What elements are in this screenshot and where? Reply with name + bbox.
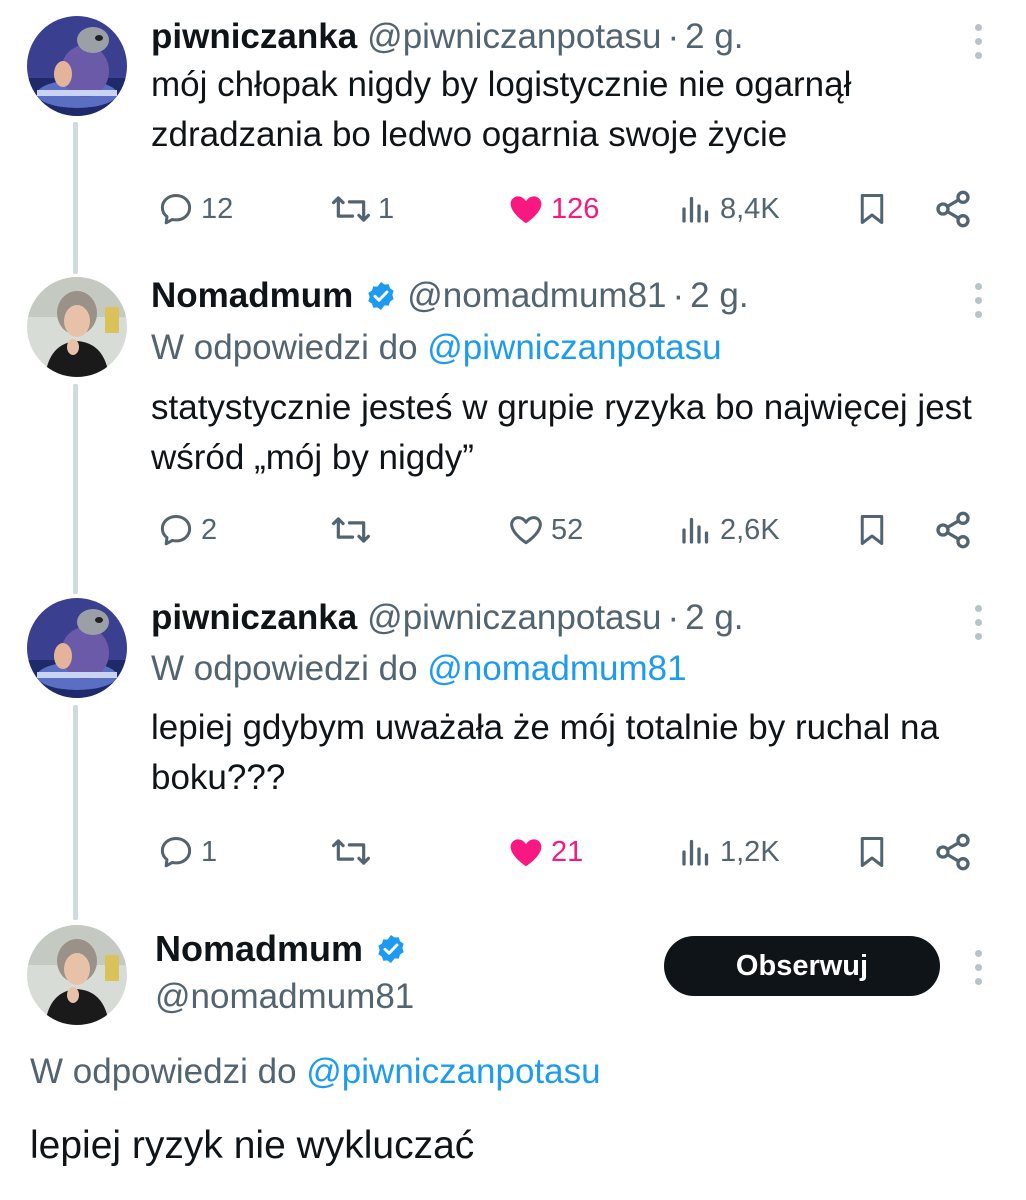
retweet-icon (332, 517, 370, 543)
reply-count: 1 (201, 835, 218, 868)
more-icon[interactable] (968, 948, 988, 988)
retweet-button[interactable] (330, 832, 378, 872)
tweet-header: piwniczanka @piwniczanpotasu · 2 g. (151, 597, 744, 639)
views-button[interactable]: 1,2K (678, 832, 780, 872)
heart-icon (510, 839, 542, 867)
author-name[interactable]: piwniczanka (151, 16, 357, 58)
views-icon (682, 196, 709, 223)
share-button[interactable] (933, 510, 973, 550)
thread-line (73, 705, 78, 920)
author-handle[interactable]: @piwniczanpotasu (367, 597, 661, 639)
tweet-header: Nomadmum @nomadmum81 · 2 g. (151, 275, 749, 317)
reply-icon (160, 515, 192, 546)
like-button[interactable]: 52 (507, 510, 583, 550)
reply-prefix: W odpowiedzi do (30, 1052, 297, 1091)
reply-mention-link[interactable]: @piwniczanpotasu (427, 328, 721, 367)
views-button[interactable]: 2,6K (678, 510, 780, 550)
separator-dot: · (672, 276, 685, 315)
reply-icon (160, 837, 192, 868)
heart-icon (510, 196, 542, 224)
bookmark-icon (860, 837, 884, 867)
tweet-actions: 2 52 2,6K (0, 510, 1026, 550)
reply-icon (160, 194, 192, 225)
bookmark-icon (860, 515, 884, 545)
like-count: 52 (551, 513, 584, 546)
bookmark-button[interactable] (854, 510, 890, 550)
retweet-icon (332, 839, 370, 865)
views-count: 8,4K (720, 192, 780, 225)
avatar-nomadmum[interactable] (27, 925, 127, 1025)
like-button[interactable]: 21 (507, 832, 583, 872)
reply-mention-link[interactable]: @nomadmum81 (427, 649, 686, 688)
main-reply-context: W odpowiedzi do @piwniczanpotasu (30, 1050, 601, 1094)
retweet-button[interactable] (330, 510, 378, 550)
views-icon (682, 839, 709, 866)
share-icon (936, 833, 970, 871)
reply-context: W odpowiedzi do @nomadmum81 (151, 648, 687, 690)
thread-line (73, 384, 78, 594)
tweet-header: piwniczanka @piwniczanpotasu · 2 g. (151, 16, 744, 58)
tweet-text: mój chłopak nigdy by logistycznie nie og… (151, 65, 852, 154)
views-count: 1,2K (720, 835, 780, 868)
reply-count: 2 (201, 513, 218, 546)
views-count: 2,6K (720, 513, 780, 546)
like-count: 126 (551, 192, 600, 225)
more-icon[interactable] (968, 281, 988, 321)
share-button[interactable] (933, 189, 973, 229)
main-author-name-text: Nomadmum (155, 928, 364, 969)
retweet-icon (332, 196, 370, 222)
bookmark-button[interactable] (854, 189, 890, 229)
heart-icon (510, 516, 542, 545)
tweet-actions: 12 1 126 8,4K (0, 189, 1026, 229)
reply-prefix: W odpowiedzi do (151, 328, 418, 367)
share-icon (936, 190, 970, 228)
reply-button[interactable]: 2 (157, 510, 217, 550)
bookmark-icon (860, 194, 884, 224)
separator-dot: · (667, 17, 680, 56)
share-button[interactable] (933, 832, 973, 872)
tweet-time[interactable]: 2 g. (690, 275, 748, 317)
bookmark-button[interactable] (854, 832, 890, 872)
views-icon (682, 517, 709, 544)
tweet-time[interactable]: 2 g. (685, 597, 743, 639)
more-icon[interactable] (968, 22, 988, 62)
tweet-actions: 1 21 1,2K (0, 832, 1026, 872)
author-handle[interactable]: @nomadmum81 (407, 275, 666, 317)
main-author-handle[interactable]: @nomadmum81 (155, 975, 414, 1019)
author-handle[interactable]: @piwniczanpotasu (367, 16, 661, 58)
author-name[interactable]: Nomadmum (151, 275, 353, 317)
separator-dot: · (667, 598, 680, 637)
verified-badge-icon (365, 280, 397, 312)
follow-button[interactable]: Obserwuj (664, 936, 940, 996)
tweet-text: statystycznie jesteś w grupie ryzyka bo … (151, 388, 972, 477)
main-author-name[interactable]: Nomadmum (155, 927, 407, 971)
tweet-time[interactable]: 2 g. (685, 16, 743, 58)
tweet-text: lepiej gdybym uważała że mój totalnie by… (151, 708, 939, 797)
retweet-button[interactable]: 1 (330, 189, 394, 229)
avatar-piwniczanka[interactable] (27, 598, 127, 698)
author-name[interactable]: piwniczanka (151, 597, 357, 639)
share-icon (936, 511, 970, 549)
main-tweet-text: lepiej ryzyk nie wykluczać (30, 1124, 475, 1167)
avatar-nomadmum[interactable] (27, 277, 127, 377)
retweet-count: 1 (378, 192, 395, 225)
avatar-piwniczanka[interactable] (27, 16, 127, 116)
more-icon[interactable] (968, 603, 988, 643)
views-button[interactable]: 8,4K (678, 189, 780, 229)
like-count: 21 (551, 835, 584, 868)
reply-context: W odpowiedzi do @piwniczanpotasu (151, 327, 722, 369)
like-button[interactable]: 126 (507, 189, 599, 229)
verified-badge-icon (375, 933, 407, 965)
reply-button[interactable]: 12 (157, 189, 233, 229)
reply-mention-link[interactable]: @piwniczanpotasu (306, 1052, 600, 1091)
reply-prefix: W odpowiedzi do (151, 649, 418, 688)
reply-button[interactable]: 1 (157, 832, 217, 872)
reply-count: 12 (201, 192, 234, 225)
